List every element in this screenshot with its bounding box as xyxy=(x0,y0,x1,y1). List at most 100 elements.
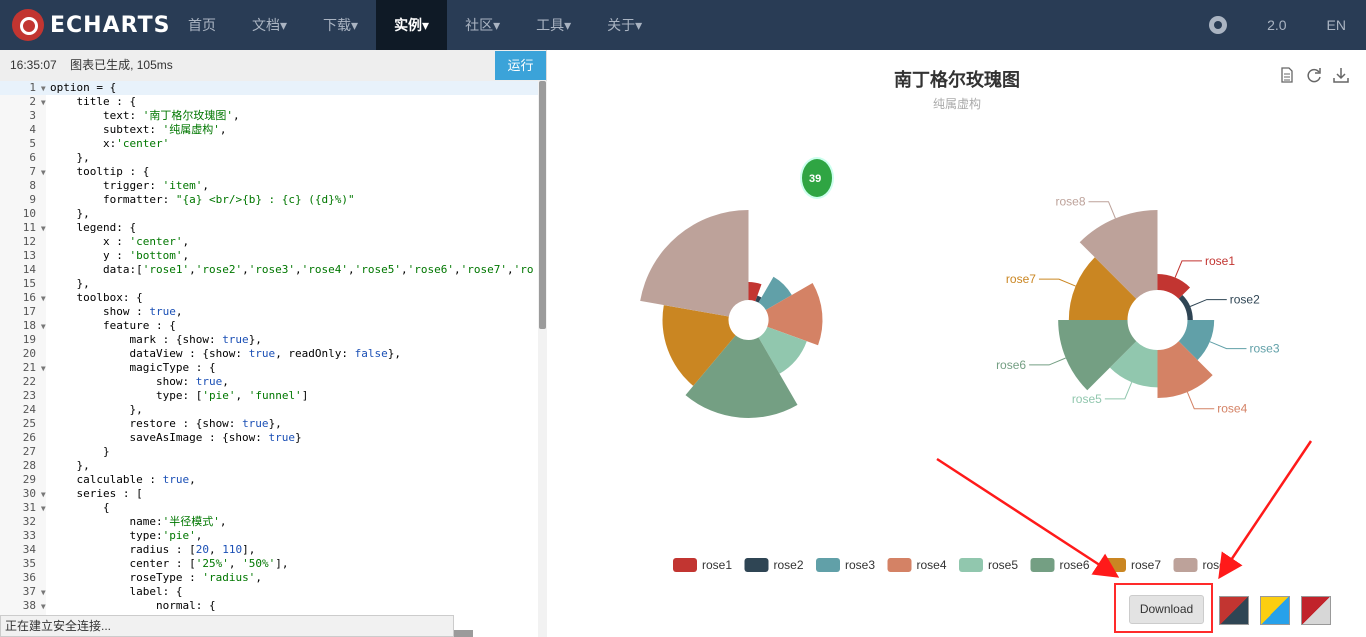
code-line[interactable]: 38 ▼ normal: { xyxy=(0,599,538,613)
code-line[interactable]: 26 saveAsImage : {show: true} xyxy=(0,431,538,445)
code-line[interactable]: 13 y : 'bottom', xyxy=(0,249,538,263)
line-number: 5 xyxy=(29,137,36,150)
rose-chart[interactable]: rose1 rose2 rose3 rose4 rose5 rose6 rose7 rose8… xyxy=(548,50,1366,637)
nav-item-3[interactable]: 实例▾ xyxy=(376,0,448,50)
label-line xyxy=(1209,341,1247,350)
version-link[interactable]: 2.0 xyxy=(1247,0,1306,50)
code-text: { xyxy=(50,501,110,514)
fold-toggle-icon[interactable]: ▼ xyxy=(36,362,46,376)
fold-toggle-icon[interactable]: ▼ xyxy=(36,166,46,180)
fold-toggle-icon[interactable]: ▼ xyxy=(36,292,46,306)
code-line[interactable]: 7 ▼ tooltip : { xyxy=(0,165,538,179)
code-line[interactable]: 23 type: ['pie', 'funnel'] xyxy=(0,389,538,403)
legend-swatch[interactable] xyxy=(673,558,697,572)
legend-label[interactable]: rose4 xyxy=(917,558,947,572)
code-line[interactable]: 37 ▼ label: { xyxy=(0,585,538,599)
rose-sector-rose1[interactable] xyxy=(1157,274,1191,299)
nav-item-1[interactable]: 文档▾ xyxy=(234,0,305,50)
code-line[interactable]: 18 ▼ feature : { xyxy=(0,319,538,333)
nav-item-5[interactable]: 工具▾ xyxy=(518,0,589,50)
echarts-logo[interactable]: ECHARTS xyxy=(12,8,170,42)
legend-label[interactable]: rose7 xyxy=(1131,558,1161,572)
code-line[interactable]: 24 }, xyxy=(0,403,538,417)
code-line[interactable]: 28 }, xyxy=(0,459,538,473)
fold-toggle-icon[interactable]: ▼ xyxy=(36,96,46,110)
code-line[interactable]: 12 x : 'center', xyxy=(0,235,538,249)
editor-scroll-thumb[interactable] xyxy=(539,81,546,329)
run-button[interactable]: 运行 xyxy=(495,51,546,80)
code-text: show : true, xyxy=(50,305,183,318)
line-number: 34 xyxy=(22,543,36,556)
code-line[interactable]: 32 name:'半径模式', xyxy=(0,515,538,529)
code-line[interactable]: 22 show: true, xyxy=(0,375,538,389)
legend-swatch[interactable] xyxy=(959,558,983,572)
code-line[interactable]: 30 ▼ series : [ xyxy=(0,487,538,501)
code-line[interactable]: 1 ▼ option = { xyxy=(0,81,538,95)
nav-item-6[interactable]: 关于▾ xyxy=(589,0,660,50)
code-line[interactable]: 2 ▼ title : { xyxy=(0,95,538,109)
code-line[interactable]: 33 type:'pie', xyxy=(0,529,538,543)
code-line[interactable]: 19 mark : {show: true}, xyxy=(0,333,538,347)
theme-swatch-2[interactable] xyxy=(1301,596,1331,625)
editor-vertical-scrollbar[interactable] xyxy=(538,81,547,637)
legend-label[interactable]: rose6 xyxy=(1060,558,1090,572)
rose-sector-rose8[interactable] xyxy=(640,210,749,317)
nav-item-4[interactable]: 社区▾ xyxy=(447,0,518,50)
code-line[interactable]: 35 center : ['25%', '50%'], xyxy=(0,557,538,571)
theme-swatch-0[interactable] xyxy=(1219,596,1249,625)
code-text: name:'半径模式', xyxy=(50,515,227,528)
code-line[interactable]: 16 ▼ toolbox: { xyxy=(0,291,538,305)
code-line[interactable]: 27 } xyxy=(0,445,538,459)
fold-toggle-icon[interactable]: ▼ xyxy=(36,488,46,502)
code-line[interactable]: 20 dataView : {show: true, readOnly: fal… xyxy=(0,347,538,361)
code-line[interactable]: 6 }, xyxy=(0,151,538,165)
line-number: 25 xyxy=(22,417,36,430)
legend-swatch[interactable] xyxy=(1102,558,1126,572)
legend-swatch[interactable] xyxy=(887,558,912,572)
code-line[interactable]: 21 ▼ magicType : { xyxy=(0,361,538,375)
code-line[interactable]: 3 text: '南丁格尔玫瑰图', xyxy=(0,109,538,123)
line-number: 31 xyxy=(22,501,36,514)
code-line[interactable]: 14 data:['rose1','rose2','rose3','rose4'… xyxy=(0,263,538,277)
code-line[interactable]: 10 }, xyxy=(0,207,538,221)
theme-swatch-1[interactable] xyxy=(1260,596,1290,625)
code-line[interactable]: 29 calculable : true, xyxy=(0,473,538,487)
language-link[interactable]: EN xyxy=(1307,0,1366,50)
legend-swatch[interactable] xyxy=(744,558,769,572)
rose-sector-rose2[interactable] xyxy=(1178,295,1193,320)
code-line[interactable]: 8 trigger: 'item', xyxy=(0,179,538,193)
floating-badge[interactable]: 39 xyxy=(800,157,834,199)
legend-label[interactable]: rose2 xyxy=(774,558,804,572)
code-line[interactable]: 17 show : true, xyxy=(0,305,538,319)
fold-toggle-icon[interactable]: ▼ xyxy=(36,222,46,236)
legend-swatch[interactable] xyxy=(816,558,840,572)
github-icon[interactable] xyxy=(1209,16,1228,34)
legend-label[interactable]: rose1 xyxy=(702,558,732,572)
code-line[interactable]: 34 radius : [20, 110], xyxy=(0,543,538,557)
nav-item-0[interactable]: 首页 xyxy=(170,0,234,50)
fold-toggle-icon[interactable]: ▼ xyxy=(36,82,46,96)
code-line[interactable]: 4 subtext: '纯属虚构', xyxy=(0,123,538,137)
legend-label[interactable]: rose5 xyxy=(988,558,1018,572)
download-button[interactable]: Download xyxy=(1129,595,1204,624)
legend-label[interactable]: rose8 xyxy=(1203,558,1233,572)
code-line[interactable]: 25 restore : {show: true}, xyxy=(0,417,538,431)
legend-label[interactable]: rose3 xyxy=(845,558,875,572)
fold-toggle-icon[interactable]: ▼ xyxy=(36,502,46,516)
code-line[interactable]: 36 roseType : 'radius', xyxy=(0,571,538,585)
line-number: 24 xyxy=(22,403,36,416)
horizontal-scroll-thumb[interactable] xyxy=(454,630,473,637)
fold-toggle-icon[interactable]: ▼ xyxy=(36,600,46,614)
code-line[interactable]: 31 ▼ { xyxy=(0,501,538,515)
code-text: subtext: '纯属虚构', xyxy=(50,123,227,136)
code-editor[interactable]: 1 ▼ option = {2 ▼ title : {3 text: '南丁格尔玫… xyxy=(0,81,547,637)
code-line[interactable]: 15 }, xyxy=(0,277,538,291)
legend-swatch[interactable] xyxy=(1030,558,1055,572)
code-line[interactable]: 5 x:'center' xyxy=(0,137,538,151)
legend-swatch[interactable] xyxy=(1173,558,1198,572)
code-line[interactable]: 11 ▼ legend: { xyxy=(0,221,538,235)
fold-toggle-icon[interactable]: ▼ xyxy=(36,320,46,334)
fold-toggle-icon[interactable]: ▼ xyxy=(36,586,46,600)
nav-item-2[interactable]: 下载▾ xyxy=(305,0,376,50)
code-line[interactable]: 9 formatter: "{a} <br/>{b} : {c} ({d}%)" xyxy=(0,193,538,207)
